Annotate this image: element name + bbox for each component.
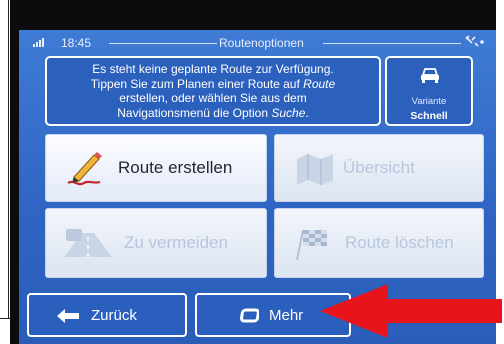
overview-label: Übersicht <box>343 158 415 177</box>
car-icon <box>421 68 439 83</box>
avoid-button[interactable]: Zu vermeiden <box>45 208 267 278</box>
variant-value: Schnell <box>410 110 448 122</box>
info-text: erstellen, oder wählen Sie aus dem <box>119 91 307 105</box>
frame-outline <box>8 0 9 319</box>
back-button[interactable]: Zurück <box>27 293 187 337</box>
arrow-left-icon <box>57 309 79 323</box>
route-info-message: Es steht keine geplante Route zur Verfüg… <box>45 56 381 126</box>
info-text-emphasis: Route <box>303 76 336 91</box>
delete-route-label: Route löschen <box>345 233 454 252</box>
avoid-label: Zu vermeiden <box>124 233 228 252</box>
back-label: Zurück <box>91 306 137 324</box>
create-route-button[interactable]: Route erstellen <box>45 134 267 202</box>
map-icon <box>297 154 333 185</box>
more-label: Mehr <box>269 306 304 324</box>
status-time: 18:45 <box>61 36 92 50</box>
status-bar: 18:45 Routenoptionen <box>19 30 496 54</box>
delete-route-button[interactable]: Route löschen <box>274 208 484 278</box>
finish-flag-icon <box>296 229 327 261</box>
variant-label: Variante <box>411 96 447 107</box>
annotation-arrow-icon <box>320 284 502 338</box>
route-variant-button[interactable]: Variante Schnell <box>385 56 473 126</box>
info-text: Navigationsmenü die Option <box>117 105 272 120</box>
info-text: Tippen Sie zum Planen einer Route auf <box>90 76 304 91</box>
info-text: Es steht keine geplante Route zur Verfüg… <box>92 62 334 76</box>
satellite-icon <box>465 35 484 47</box>
create-route-label: Route erstellen <box>118 158 233 177</box>
info-text-emphasis: Suche <box>271 105 306 120</box>
page-title: Routenoptionen <box>219 36 304 50</box>
road-block-icon <box>64 229 112 257</box>
pencil-icon <box>67 152 102 186</box>
title-divider <box>109 43 217 44</box>
more-icon <box>240 308 259 323</box>
info-text: . <box>305 105 309 120</box>
signal-icon <box>33 38 47 47</box>
overview-button[interactable]: Übersicht <box>274 134 484 202</box>
title-divider <box>323 43 461 44</box>
